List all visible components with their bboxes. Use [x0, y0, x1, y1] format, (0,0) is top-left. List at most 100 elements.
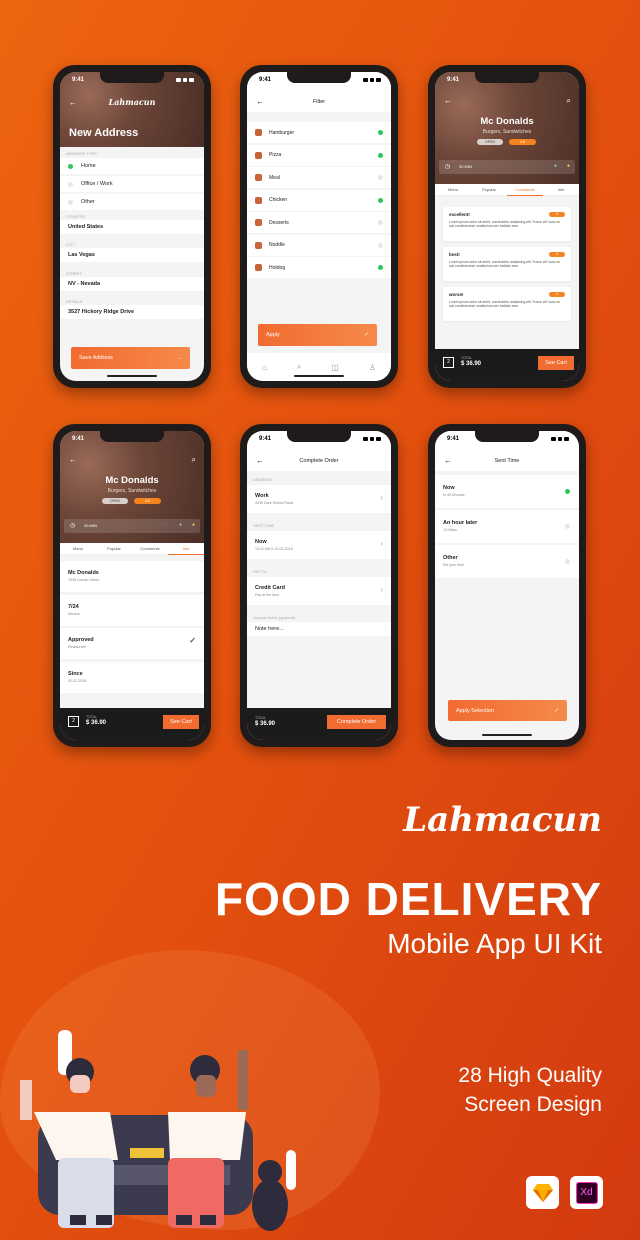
apply-selection-label: Apply Selection [456, 707, 494, 714]
notes-input[interactable]: Note here... [247, 622, 391, 636]
complete-order-button[interactable]: Complete Order [327, 715, 386, 729]
section-label: SENT TIME [253, 523, 275, 528]
address-type-option[interactable]: Home [60, 158, 204, 174]
tab-comments[interactable]: Comments [132, 543, 168, 555]
tab-popular[interactable]: Popular [471, 184, 507, 196]
city-label: CITY [66, 242, 76, 247]
details-field[interactable]: 3527 Hickory Ridge Drive [60, 305, 204, 319]
rating-tag: 4.5 [509, 139, 536, 145]
tab-comments[interactable]: Comments [507, 184, 543, 196]
address-type-option[interactable]: Office / Work [60, 176, 204, 192]
info-title: 7/24 [68, 603, 79, 610]
toggle-indicator[interactable] [378, 265, 383, 270]
country-field[interactable]: United States [60, 220, 204, 234]
status-time: 9:41 [447, 436, 460, 442]
tab-popular[interactable]: Popular [96, 543, 132, 555]
user-icon[interactable]: ♙ [369, 363, 376, 372]
section-sub: Pay at the door [255, 593, 280, 597]
signal-icon [551, 437, 570, 441]
order-section-row[interactable]: Now 12:41 AM # 13-03-2018 › [247, 531, 391, 559]
time-option[interactable]: Other Set your time [435, 545, 579, 578]
tab-menu[interactable]: Menu [60, 543, 96, 555]
filter-item[interactable]: Chicken [247, 189, 391, 211]
details-label: DETAILS [66, 299, 83, 304]
rating-tag: 4.5 [134, 498, 161, 504]
arrow-right-icon: → [176, 355, 183, 361]
filter-item[interactable]: Meal [247, 167, 391, 188]
section-sub: 12:41 AM # 13-03-2018 [255, 547, 293, 551]
toggle-indicator[interactable] [378, 242, 383, 248]
filter-title: Filter [312, 99, 326, 105]
search-icon[interactable]: ⌕ [297, 362, 301, 372]
info-title: Since [68, 670, 83, 677]
check-icon: ✓ [554, 707, 559, 714]
quantity-box[interactable]: 2 [443, 357, 454, 368]
order-total-bar: TOTAL $ 36.90 Complete Order [247, 708, 391, 740]
home-indicator [107, 375, 157, 377]
back-arrow-icon[interactable]: ← [256, 457, 264, 465]
order-section-row[interactable]: Credit Card Pay at the door › [247, 577, 391, 605]
cart-bar: 2 TOTAL $ 36.90 See Cart [435, 349, 579, 381]
filter-item-label: Chicken [269, 197, 288, 203]
sketch-logo [526, 1176, 559, 1209]
search-icon[interactable]: ⌕ [567, 96, 571, 106]
back-arrow-icon[interactable]: ← [444, 97, 452, 105]
xd-icon: Xd [575, 1181, 598, 1204]
radio-icon [565, 489, 570, 494]
pizza-icon [255, 151, 262, 159]
back-arrow-icon[interactable]: ← [256, 98, 264, 106]
back-arrow-icon[interactable]: ← [69, 456, 77, 464]
toggle-indicator[interactable] [378, 197, 383, 203]
total-value: $ 36.90 [461, 361, 482, 367]
time-option[interactable]: An hour later 12:45am [435, 510, 579, 543]
street-field[interactable]: NV - Nevada [60, 277, 204, 291]
filter-item[interactable]: Noddle [247, 234, 391, 256]
home-icon[interactable]: ⌂ [262, 363, 267, 372]
total-label: TOTAL [86, 715, 97, 719]
filter-item[interactable]: Hamburger [247, 122, 391, 143]
info-sub: Restaurant [68, 645, 86, 649]
quantity-box[interactable]: 2 [68, 716, 79, 727]
radio-icon [68, 181, 73, 187]
toggle-indicator[interactable] [378, 175, 383, 180]
save-address-label: Save Address [79, 355, 113, 361]
total-value: $ 36.90 [255, 721, 276, 727]
apply-selection-button[interactable]: Apply Selection ✓ [448, 700, 567, 721]
toggle-indicator[interactable] [378, 130, 383, 135]
address-type-option[interactable]: Other [60, 194, 204, 210]
back-arrow-icon[interactable]: ← [444, 457, 452, 465]
status-time: 9:41 [447, 77, 460, 83]
notch [475, 72, 539, 83]
order-section-row[interactable]: Work 4336 Dark Hollow Road › [247, 485, 391, 513]
xd-logo: Xd [570, 1176, 603, 1209]
info-row: 7/24 Service [60, 594, 204, 626]
time-option[interactable]: Now In 45 Minutes [435, 475, 579, 508]
tab-info[interactable]: Info [168, 543, 204, 555]
see-cart-button[interactable]: See Cart [538, 356, 574, 370]
comment-card: best! 4 Lorem ipsum dolor sit amet, consec… [443, 247, 571, 281]
apply-button[interactable]: Apply ✓ [258, 324, 377, 346]
filter-item-label: Noddle [269, 242, 285, 248]
address-type-label: Home [81, 163, 96, 169]
see-cart-button[interactable]: See Cart [163, 715, 199, 729]
phone-filter: ← Filter 9:41 Hamburger Pizza Meal Chicken De… [240, 65, 398, 388]
filter-item[interactable]: Pizza [247, 144, 391, 166]
filter-item[interactable]: Hotdog [247, 257, 391, 278]
phone-complete-order: ← Complete Order 9:41 ADDRESS Work 4336 Dar… [240, 424, 398, 747]
tab-menu[interactable]: Menu [435, 184, 471, 196]
filter-item-label: Hotdog [269, 264, 286, 271]
search-icon[interactable]: ⌕ [192, 455, 196, 465]
rating-badge: 2 [549, 292, 565, 297]
toggle-indicator[interactable] [378, 220, 383, 225]
city-field[interactable]: Las Vegas [60, 248, 204, 262]
bag-icon[interactable]: ◫ [331, 363, 339, 372]
notch [100, 72, 164, 83]
toggle-indicator[interactable] [378, 152, 383, 158]
award-icon: ● [191, 522, 195, 528]
tab-info[interactable]: Info [543, 184, 579, 196]
filter-item[interactable]: Desserts [247, 212, 391, 233]
status-time: 9:41 [72, 77, 85, 83]
save-address-button[interactable]: Save Address → [71, 347, 190, 369]
cart-bar: 2 TOTAL $ 36.90 See Cart [60, 708, 204, 740]
info-row: Mc Donalds 1936 Lincoln Street [60, 561, 204, 592]
